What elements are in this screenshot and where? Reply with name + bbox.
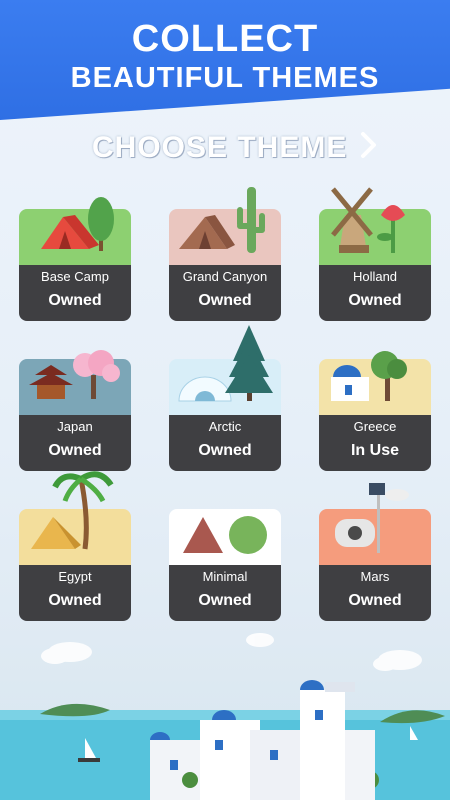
theme-status: Owned <box>198 592 252 609</box>
theme-card-mars[interactable]: Mars Owned <box>319 483 431 621</box>
theme-name: Greece <box>353 419 397 434</box>
theme-art <box>319 187 431 265</box>
theme-name: Minimal <box>202 569 248 584</box>
tent-icon <box>41 197 114 251</box>
theme-card-japan[interactable]: Japan Owned <box>19 350 131 471</box>
theme-card-grand-canyon[interactable]: Grand Canyon Owned <box>169 187 281 321</box>
theme-status: Owned <box>348 592 402 609</box>
theme-status: Owned <box>48 592 102 609</box>
windmill-icon <box>331 187 405 253</box>
banner-subtitle: BEAUTIFUL THEMES <box>70 62 380 94</box>
pagoda-sakura-icon <box>29 350 120 399</box>
theme-status: Owned <box>48 442 102 459</box>
santorini-scene-illustration <box>0 633 450 800</box>
theme-status: In Use <box>350 442 399 459</box>
theme-card-egypt[interactable]: Egypt Owned <box>19 471 131 621</box>
theme-status: Owned <box>198 292 252 309</box>
igloo-tree-icon <box>178 325 273 402</box>
theme-card-holland[interactable]: Holland Owned <box>319 187 431 321</box>
theme-art <box>19 471 131 565</box>
theme-card-minimal[interactable]: Minimal Owned <box>169 509 281 621</box>
promo-banner: COLLECT BEAUTIFUL THEMES <box>0 0 450 120</box>
theme-art <box>169 509 281 565</box>
theme-name: Base Camp <box>41 269 109 284</box>
theme-name: Grand Canyon <box>182 269 268 284</box>
theme-art <box>169 187 281 265</box>
theme-name: Holland <box>352 269 398 284</box>
pyramid-palm-icon <box>31 471 114 550</box>
theme-name: Mars <box>360 569 390 584</box>
theme-card-greece[interactable]: Greece In Use <box>319 351 431 471</box>
theme-art <box>19 350 131 415</box>
greek-house-icon <box>331 351 407 401</box>
theme-art <box>19 197 131 265</box>
theme-name: Egypt <box>58 569 92 584</box>
theme-art <box>169 325 281 415</box>
chevron-right-icon <box>359 130 379 167</box>
theme-status: Owned <box>198 442 252 459</box>
theme-status: Owned <box>348 292 402 309</box>
mars-base-icon <box>335 483 409 553</box>
banner-title: COLLECT <box>131 18 319 60</box>
theme-status: Owned <box>48 292 102 309</box>
theme-name: Japan <box>57 419 93 434</box>
choose-theme-label: CHOOSE THEME <box>92 131 348 164</box>
triangle-circle-icon <box>183 516 267 554</box>
choose-theme-button[interactable]: CHOOSE THEME <box>92 126 379 170</box>
theme-art <box>319 483 431 565</box>
theme-card-base-camp[interactable]: Base Camp Owned <box>19 197 131 321</box>
theme-art <box>319 351 431 415</box>
cactus-tent-icon <box>179 187 265 253</box>
theme-card-arctic[interactable]: Arctic Owned <box>169 325 281 471</box>
theme-name: Arctic <box>208 419 242 434</box>
